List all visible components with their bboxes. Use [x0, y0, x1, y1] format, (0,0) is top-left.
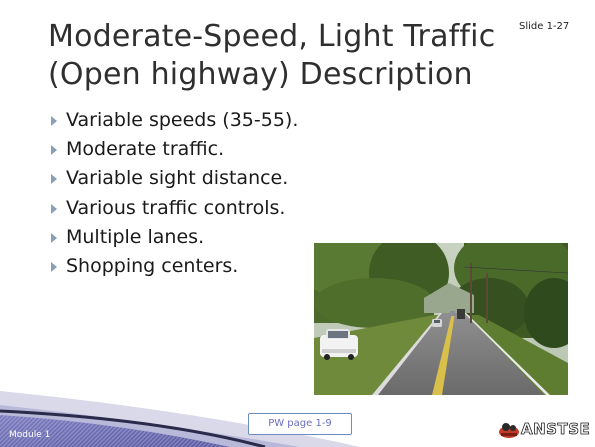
triangle-right-icon [51, 145, 57, 156]
slide-title-line-2: (Open highway) Description [48, 57, 473, 92]
pw-page-button[interactable]: PW page 1-9 [248, 413, 352, 435]
bullet-text: Shopping centers. [66, 254, 239, 277]
bullet-text: Variable sight distance. [66, 167, 289, 190]
bullet-text: Multiple lanes. [66, 225, 205, 248]
triangle-right-icon [51, 261, 57, 272]
bullet-item: Variable speeds (35-55). [50, 106, 298, 135]
slide: Slide 1-27 Moderate-Speed, Light Traffic… [0, 0, 595, 447]
slide-title: Moderate-Speed, Light Traffic (Open high… [48, 18, 518, 94]
highway-photo [314, 243, 568, 395]
triangle-right-icon [51, 232, 57, 243]
triangle-right-icon [51, 174, 57, 185]
anstse-logo: ANSTSE [498, 418, 594, 442]
triangle-right-icon [51, 203, 57, 214]
module-label: Module 1 [9, 430, 51, 440]
bullet-item: Moderate traffic. [50, 135, 298, 164]
slide-title-line-1: Moderate-Speed, Light Traffic [48, 19, 496, 54]
bullet-item: Various traffic controls. [50, 194, 298, 223]
bullet-item: Shopping centers. [50, 252, 298, 281]
bullet-list: Variable speeds (35-55). Moderate traffi… [50, 106, 298, 281]
slide-number: Slide 1-27 [519, 21, 570, 32]
bullet-text: Variable speeds (35-55). [66, 109, 299, 131]
bullet-text: Moderate traffic. [66, 138, 225, 161]
triangle-right-icon [51, 116, 57, 126]
bullet-text: Various traffic controls. [66, 196, 286, 219]
driver-car-icon [499, 423, 519, 438]
logo-text: ANSTSE [521, 420, 591, 439]
bullet-item: Variable sight distance. [50, 164, 298, 193]
bullet-item: Multiple lanes. [50, 223, 298, 252]
